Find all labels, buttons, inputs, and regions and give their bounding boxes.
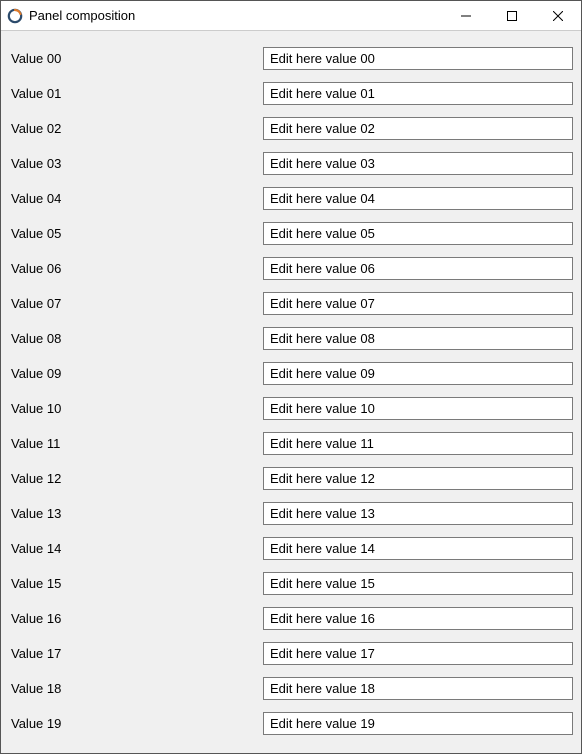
value-label: Value 17 xyxy=(11,646,263,661)
value-label: Value 01 xyxy=(11,86,263,101)
value-input[interactable] xyxy=(263,397,573,420)
value-field xyxy=(263,292,573,315)
value-label: Value 12 xyxy=(11,471,263,486)
window-titlebar: Panel composition xyxy=(1,1,581,31)
form-row: Value 13 xyxy=(11,496,573,531)
maximize-button[interactable] xyxy=(489,1,535,30)
value-field xyxy=(263,117,573,140)
value-input[interactable] xyxy=(263,362,573,385)
value-field xyxy=(263,152,573,175)
form-row: Value 17 xyxy=(11,636,573,671)
form-row: Value 18 xyxy=(11,671,573,706)
value-field xyxy=(263,362,573,385)
value-field xyxy=(263,47,573,70)
window-controls xyxy=(443,1,581,30)
form-row: Value 08 xyxy=(11,321,573,356)
form-row: Value 19 xyxy=(11,706,573,741)
value-input[interactable] xyxy=(263,152,573,175)
value-input[interactable] xyxy=(263,222,573,245)
value-input[interactable] xyxy=(263,537,573,560)
value-field xyxy=(263,677,573,700)
value-label: Value 08 xyxy=(11,331,263,346)
form-row: Value 02 xyxy=(11,111,573,146)
value-field xyxy=(263,327,573,350)
value-field xyxy=(263,537,573,560)
value-input[interactable] xyxy=(263,117,573,140)
form-row: Value 03 xyxy=(11,146,573,181)
form-row: Value 01 xyxy=(11,76,573,111)
value-field xyxy=(263,642,573,665)
value-input[interactable] xyxy=(263,257,573,280)
value-input[interactable] xyxy=(263,82,573,105)
form-row: Value 14 xyxy=(11,531,573,566)
value-field xyxy=(263,607,573,630)
form-row: Value 09 xyxy=(11,356,573,391)
value-field xyxy=(263,257,573,280)
value-label: Value 15 xyxy=(11,576,263,591)
value-label: Value 10 xyxy=(11,401,263,416)
value-label: Value 16 xyxy=(11,611,263,626)
form-row: Value 15 xyxy=(11,566,573,601)
value-input[interactable] xyxy=(263,47,573,70)
value-label: Value 18 xyxy=(11,681,263,696)
form-row: Value 11 xyxy=(11,426,573,461)
value-input[interactable] xyxy=(263,642,573,665)
value-label: Value 19 xyxy=(11,716,263,731)
form-row: Value 07 xyxy=(11,286,573,321)
value-label: Value 00 xyxy=(11,51,263,66)
minimize-button[interactable] xyxy=(443,1,489,30)
value-label: Value 04 xyxy=(11,191,263,206)
value-field xyxy=(263,572,573,595)
value-input[interactable] xyxy=(263,677,573,700)
value-input[interactable] xyxy=(263,502,573,525)
value-field xyxy=(263,432,573,455)
app-icon xyxy=(7,8,23,24)
form-row: Value 05 xyxy=(11,216,573,251)
close-button[interactable] xyxy=(535,1,581,30)
value-label: Value 13 xyxy=(11,506,263,521)
value-input[interactable] xyxy=(263,607,573,630)
value-field xyxy=(263,187,573,210)
value-field xyxy=(263,222,573,245)
form-row: Value 12 xyxy=(11,461,573,496)
value-input[interactable] xyxy=(263,467,573,490)
value-input[interactable] xyxy=(263,712,573,735)
value-label: Value 06 xyxy=(11,261,263,276)
value-label: Value 05 xyxy=(11,226,263,241)
value-label: Value 07 xyxy=(11,296,263,311)
form-row: Value 04 xyxy=(11,181,573,216)
value-label: Value 03 xyxy=(11,156,263,171)
value-field xyxy=(263,82,573,105)
value-input[interactable] xyxy=(263,292,573,315)
value-field xyxy=(263,467,573,490)
value-field xyxy=(263,502,573,525)
value-field xyxy=(263,712,573,735)
value-field xyxy=(263,397,573,420)
form-row: Value 10 xyxy=(11,391,573,426)
form-row: Value 00 xyxy=(11,41,573,76)
window-title: Panel composition xyxy=(29,8,443,23)
form-row: Value 16 xyxy=(11,601,573,636)
value-input[interactable] xyxy=(263,432,573,455)
panel-content: Value 00 Value 01 Value 02 Value 03 Value 04… xyxy=(1,31,581,753)
value-label: Value 09 xyxy=(11,366,263,381)
form-row: Value 06 xyxy=(11,251,573,286)
value-label: Value 02 xyxy=(11,121,263,136)
value-input[interactable] xyxy=(263,187,573,210)
value-label: Value 14 xyxy=(11,541,263,556)
value-label: Value 11 xyxy=(11,436,263,451)
value-input[interactable] xyxy=(263,327,573,350)
value-input[interactable] xyxy=(263,572,573,595)
